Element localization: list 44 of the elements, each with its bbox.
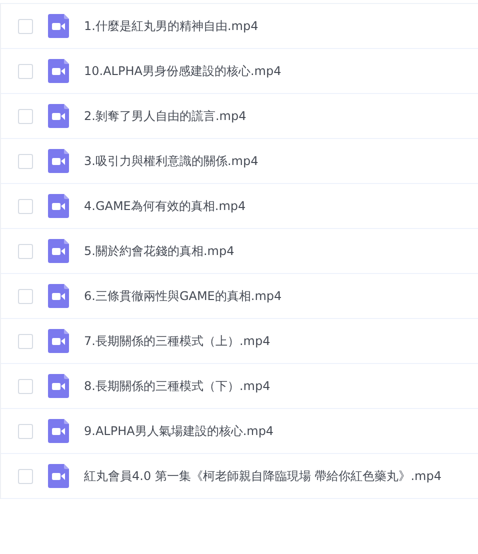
checkbox[interactable]: [18, 18, 33, 34]
file-name: 1.什麼是紅丸男的精神自由.mp4: [84, 18, 258, 34]
checkbox[interactable]: [18, 334, 33, 348]
file-row[interactable]: 7.長期關係的三種模式（上）.mp4: [1, 319, 478, 364]
video-file-icon: [48, 374, 69, 398]
file-row[interactable]: 4.GAME為何有效的真相.mp4: [1, 184, 478, 229]
video-file-icon: [48, 239, 69, 263]
video-file-icon: [48, 59, 69, 83]
video-file-icon: [48, 329, 69, 353]
checkbox[interactable]: [18, 468, 33, 484]
checkbox[interactable]: [18, 198, 33, 214]
file-row[interactable]: 5.關於約會花錢的真相.mp4: [1, 229, 478, 274]
video-file-icon: [48, 284, 69, 308]
video-file-icon: [48, 104, 69, 128]
file-name: 紅丸會員4.0 第一集《柯老師親自降臨現場 帶給你紅色藥丸》.mp4: [84, 468, 442, 484]
file-row[interactable]: 2.剝奪了男人自由的謊言.mp4: [1, 94, 478, 139]
file-name: 3.吸引力與權利意識的關係.mp4: [84, 152, 258, 170]
video-file-icon: [48, 149, 69, 173]
checkbox[interactable]: [18, 378, 33, 394]
file-name: 8.長期關係的三種模式（下）.mp4: [84, 378, 270, 394]
file-row[interactable]: 1.什麼是紅丸男的精神自由.mp4: [1, 4, 478, 49]
file-row[interactable]: 3.吸引力與權利意識的關係.mp4: [1, 139, 478, 184]
video-file-icon: [48, 194, 69, 218]
file-row[interactable]: 8.長期關係的三種模式（下）.mp4: [1, 364, 478, 409]
file-name: 10.ALPHA男身份感建設的核心.mp4: [84, 62, 282, 80]
checkbox[interactable]: [18, 288, 33, 304]
file-row[interactable]: 6.三條貫徹兩性與GAME的真相.mp4: [1, 274, 478, 319]
checkbox[interactable]: [18, 424, 33, 438]
checkbox[interactable]: [18, 108, 33, 124]
file-name: 7.長期關係的三種模式（上）.mp4: [84, 332, 270, 350]
file-name: 4.GAME為何有效的真相.mp4: [84, 198, 246, 214]
checkbox[interactable]: [18, 64, 33, 78]
file-row[interactable]: 10.ALPHA男身份感建設的核心.mp4: [1, 49, 478, 94]
video-file-icon: [48, 14, 69, 38]
video-file-icon: [48, 419, 69, 443]
file-row[interactable]: 紅丸會員4.0 第一集《柯老師親自降臨現場 帶給你紅色藥丸》.mp4: [1, 454, 478, 499]
file-name: 9.ALPHA男人氣場建設的核心.mp4: [84, 422, 274, 440]
checkbox[interactable]: [18, 244, 33, 258]
file-row[interactable]: 9.ALPHA男人氣場建設的核心.mp4: [1, 409, 478, 454]
checkbox[interactable]: [18, 154, 33, 168]
file-name: 2.剝奪了男人自由的謊言.mp4: [84, 108, 246, 124]
file-name: 6.三條貫徹兩性與GAME的真相.mp4: [84, 288, 282, 304]
file-name: 5.關於約會花錢的真相.mp4: [84, 242, 234, 260]
video-file-icon: [48, 464, 69, 488]
